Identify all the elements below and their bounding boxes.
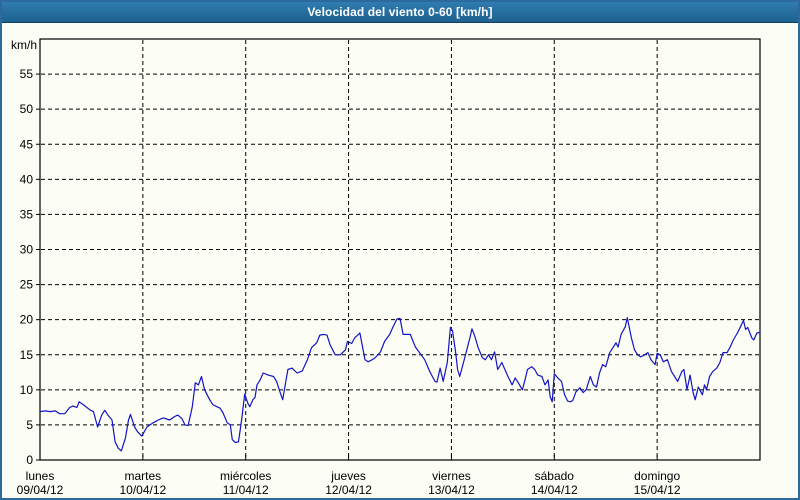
x-date-label: 14/04/12 xyxy=(531,483,578,497)
x-day-label: domingo xyxy=(634,469,680,483)
y-tick-label: 45 xyxy=(20,137,34,151)
x-day-label: lunes xyxy=(26,469,55,483)
y-tick-label: 35 xyxy=(20,207,34,221)
wind-speed-widget: Velocidad del viento 0-60 [km/h] 0510152… xyxy=(0,0,800,500)
x-date-label: 12/04/12 xyxy=(325,483,372,497)
x-day-label: martes xyxy=(125,469,162,483)
x-day-label: viernes xyxy=(432,469,471,483)
x-date-label: 13/04/12 xyxy=(428,483,475,497)
x-day-label: jueves xyxy=(330,469,366,483)
y-tick-label: 30 xyxy=(20,243,34,257)
x-day-label: miércoles xyxy=(220,469,271,483)
x-date-label: 09/04/12 xyxy=(17,483,64,497)
y-tick-label: 40 xyxy=(20,172,34,186)
x-date-label: 15/04/12 xyxy=(634,483,681,497)
x-date-label: 10/04/12 xyxy=(119,483,166,497)
y-tick-label: 50 xyxy=(20,102,34,116)
y-tick-label: 10 xyxy=(20,383,34,397)
x-day-label: sábado xyxy=(535,469,575,483)
y-tick-label: 5 xyxy=(26,418,33,432)
y-axis-unit-label: km/h xyxy=(11,38,37,52)
wind-speed-chart: 0 5 10 15 20 25 30 35 40 45 50 55 lunes09/04/12 marte… xyxy=(2,2,798,498)
series-line-velocidad-del-viento xyxy=(40,318,760,451)
y-tick-label: 15 xyxy=(20,348,34,362)
y-tick-label: 20 xyxy=(20,313,34,327)
y-tick-label: 0 xyxy=(26,453,33,467)
x-date-label: 11/04/12 xyxy=(223,483,269,497)
y-tick-label: 55 xyxy=(20,67,34,81)
y-tick-label: 25 xyxy=(20,278,34,292)
